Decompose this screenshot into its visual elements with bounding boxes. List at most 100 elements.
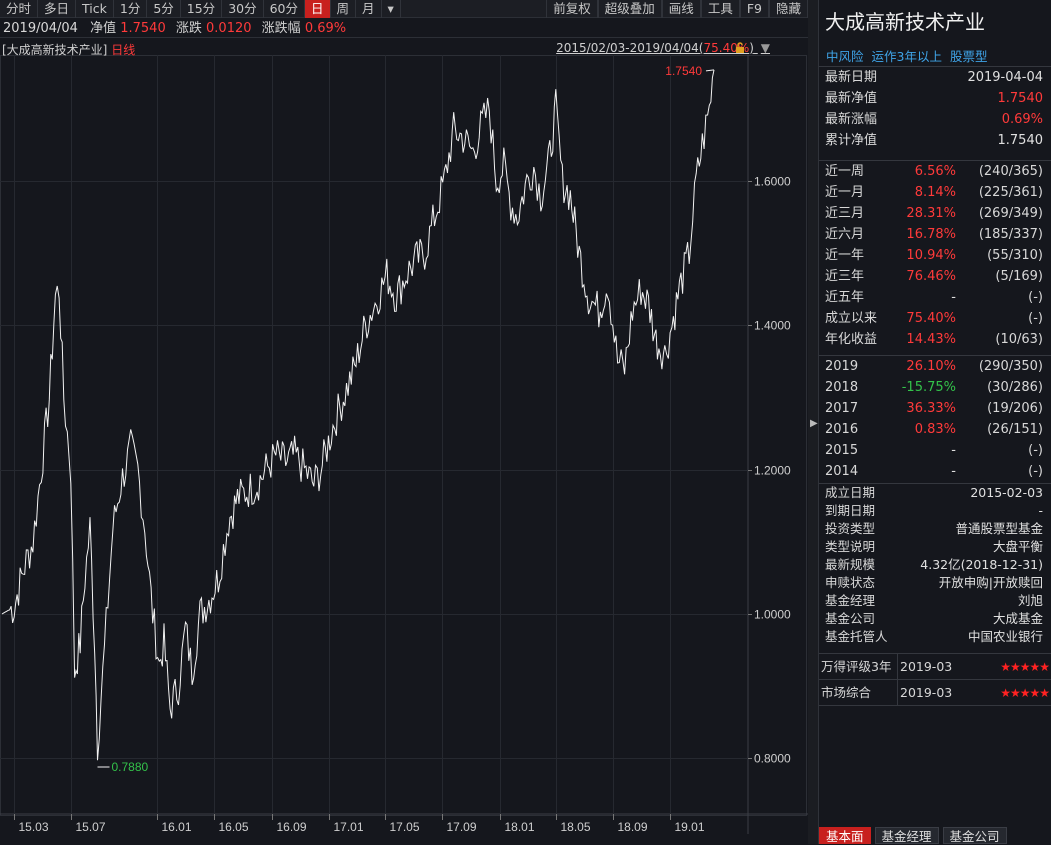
- nav-line-chart[interactable]: 0.8000 1.0000 1.2000 1.4000 1.6000 15.03 15.07…: [0, 39, 808, 844]
- profile-value: 大盘平衡: [992, 539, 1043, 554]
- toolbar-period-button[interactable]: 30分: [222, 0, 264, 18]
- periods-label: 近三年: [825, 269, 865, 284]
- toolbar-period-button[interactable]: 60分: [264, 0, 305, 18]
- summary-value: 0.69%: [1001, 112, 1043, 127]
- chart-range-dates: 2015/02/03-2019/04/04(: [556, 41, 704, 55]
- years-row: 2019 26.10% (290/350): [819, 356, 1051, 377]
- info-change-label: 涨跌: [175, 21, 202, 36]
- summary-row: 最新日期 2019-04-04: [819, 67, 1051, 88]
- periods-label: 近一月: [825, 185, 865, 200]
- dropdown-triangle-icon[interactable]: ▼: [761, 41, 770, 55]
- y-tick-label: 1.0000: [754, 608, 791, 622]
- toolbar-period-button[interactable]: 多日: [38, 0, 77, 18]
- bottom-tabs: 基本面 基金经理 基金公司: [819, 827, 1011, 844]
- summary-label: 累计净值: [825, 133, 878, 148]
- toolbar-period-button[interactable]: Tick: [76, 0, 114, 18]
- profile-value: 大成基金: [992, 611, 1043, 626]
- tab-basics[interactable]: 基本面: [819, 827, 871, 844]
- rating-date: 2019-03: [897, 654, 952, 680]
- summary-value: 1.7540: [997, 133, 1044, 148]
- toolbar-period-button[interactable]: 周: [331, 0, 357, 18]
- years-return: 0.83%: [914, 422, 956, 437]
- profile-label: 申赎状态: [825, 575, 876, 590]
- periods-label: 近一年: [825, 248, 865, 263]
- info-bar: 2019/04/04 净值 1.7540 涨跌 0.0120 涨跌幅 0.69%: [0, 19, 808, 38]
- periods-return: 8.14%: [914, 185, 956, 200]
- chart-range-close: ): [749, 41, 754, 55]
- profile-value: 刘旭: [1017, 593, 1043, 608]
- summary-value: 1.7540: [997, 91, 1044, 106]
- profile-value: 开放申购|开放赎回: [938, 575, 1043, 590]
- x-tick-label: 16.05: [219, 820, 249, 834]
- chart-area[interactable]: 0.8000 1.0000 1.2000 1.4000 1.6000 15.03 15.07…: [0, 39, 808, 844]
- toolbar-period-button[interactable]: 1分: [114, 0, 148, 18]
- periods-row: 近五年 - (-): [819, 287, 1051, 308]
- years-rank: (19/206): [987, 401, 1043, 416]
- profile-value: 中国农业银行: [967, 629, 1043, 644]
- toolbar-period-button[interactable]: 日: [305, 0, 331, 18]
- periods-row: 成立以来 75.40% (-): [819, 308, 1051, 329]
- periods-rank: (225/361): [978, 185, 1043, 200]
- toolbar-period-button[interactable]: 5分: [147, 0, 181, 18]
- profile-value: 普通股票型基金: [955, 521, 1043, 536]
- periods-return: 76.46%: [906, 269, 956, 284]
- periods-rank: (55/310): [987, 248, 1043, 263]
- rating-label: 市场综合: [821, 685, 872, 700]
- profile-value: 2015-02-03: [970, 485, 1043, 500]
- summary-row: 累计净值 1.7540: [819, 130, 1051, 151]
- toolbar-period-button[interactable]: 月: [356, 0, 382, 18]
- fund-info-panel: 大成高新技术产业 中风险 运作3年以上 股票型 最新日期 2019-04-04 最新净值…: [818, 0, 1051, 844]
- fund-tag-link[interactable]: 运作3年以上: [872, 49, 942, 64]
- profile-label: 成立日期: [825, 485, 876, 500]
- rating-stars-icon: ★★★★★: [1000, 660, 1050, 674]
- periods-row: 近一月 8.14% (225/361): [819, 182, 1051, 203]
- toolbar-period-button[interactable]: ▾: [382, 0, 401, 18]
- toolbar-tool-button[interactable]: 前复权: [546, 0, 598, 18]
- tab-company[interactable]: 基金公司: [942, 827, 1007, 844]
- lock-icon[interactable]: [734, 42, 746, 54]
- periods-row: 近三年 76.46% (5/169): [819, 266, 1051, 287]
- fund-tag-link[interactable]: 股票型: [950, 49, 988, 64]
- periods-rank: (269/349): [978, 206, 1043, 221]
- years-return: 36.33%: [906, 401, 956, 416]
- collapse-arrow-icon[interactable]: ▶: [810, 418, 818, 429]
- chart-fund-title: [大成高新技术产业]: [2, 43, 108, 57]
- toolbar-period-button[interactable]: 分时: [0, 0, 39, 18]
- x-tick-label: 17.05: [390, 820, 420, 834]
- chart-frame: [0, 55, 807, 816]
- toolbar-tool-button[interactable]: F9: [739, 0, 769, 18]
- periods-return: 16.78%: [906, 227, 956, 242]
- info-pct-label: 涨跌幅: [261, 21, 301, 36]
- toolbar-period-button[interactable]: 15分: [181, 0, 223, 18]
- toolbar-tool-button[interactable]: 画线: [661, 0, 701, 18]
- chart-title: [大成高新技术产业] 日线: [2, 41, 135, 58]
- toolbar-tool-button[interactable]: 隐藏: [768, 0, 808, 18]
- periods-row: 年化收益 14.43% (10/63): [819, 329, 1051, 350]
- summary-row: 最新净值 1.7540: [819, 88, 1051, 109]
- x-tick-label: 18.01: [505, 820, 535, 834]
- period-returns-section: 近一周 6.56% (240/365) 近一月 8.14% (225/361) 近三月 28.…: [819, 160, 1051, 350]
- toolbar-tool-button[interactable]: 超级叠加: [597, 0, 662, 18]
- profile-label: 投资类型: [825, 521, 876, 536]
- profile-row: 到期日期 -: [819, 502, 1051, 520]
- rating-stars-icon: ★★★★★: [1000, 686, 1050, 700]
- years-row: 2017 36.33% (19/206): [819, 398, 1051, 419]
- tab-manager[interactable]: 基金经理: [874, 827, 939, 844]
- periods-label: 近一周: [825, 164, 865, 179]
- x-tick-label: 15.03: [19, 820, 49, 834]
- periods-return: 28.31%: [906, 206, 956, 221]
- toolbar-tool-button[interactable]: 工具: [700, 0, 740, 18]
- fund-tag-link[interactable]: 中风险: [826, 49, 864, 64]
- fund-profile-section: 成立日期 2015-02-03 到期日期 - 投资类型 普通股票型基金 类型说明 大盘平衡 最新…: [819, 483, 1051, 646]
- years-rank: (290/350): [978, 359, 1043, 374]
- periods-row: 近三月 28.31% (269/349): [819, 203, 1051, 224]
- years-rank: (-): [1028, 443, 1043, 458]
- x-tick-label: 18.05: [561, 820, 591, 834]
- x-tick-label: 16.09: [277, 820, 307, 834]
- info-pct-value: 0.69%: [304, 21, 347, 36]
- periods-row: 近一周 6.56% (240/365): [819, 161, 1051, 182]
- periods-rank: (10/63): [995, 332, 1043, 347]
- fund-name: 大成高新技术产业: [825, 10, 985, 34]
- profile-label: 基金公司: [825, 611, 876, 626]
- chart-period: 日线: [111, 43, 136, 57]
